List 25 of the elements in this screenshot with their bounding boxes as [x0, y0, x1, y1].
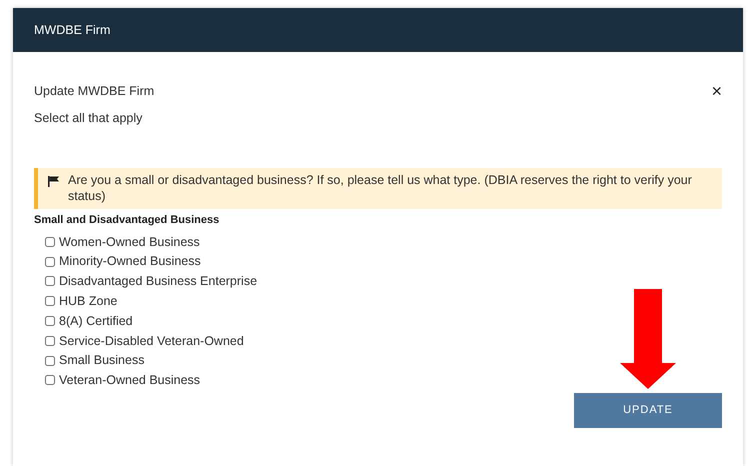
checkbox[interactable]: [45, 375, 55, 386]
option-label: Disadvantaged Business Enterprise: [59, 273, 258, 290]
option-label: Veteran-Owned Business: [59, 372, 200, 390]
checkbox[interactable]: [45, 336, 55, 346]
checkbox[interactable]: [45, 296, 55, 306]
option-label: Service-Disabled Veteran-Owned: [59, 332, 244, 350]
group-label: Small and Disadvantaged Business: [34, 212, 220, 228]
notice-text: Are you a small or disadvantaged business? If so, please tell us what type. (DBIA reserves the right to verify your status): [68, 172, 693, 204]
flag-icon: [48, 176, 60, 186]
option-label: 8(A) Certified: [59, 312, 133, 330]
checkbox[interactable]: [45, 236, 55, 247]
checkbox[interactable]: [45, 316, 55, 326]
checkbox[interactable]: [45, 356, 55, 366]
option-label: Minority-Owned Business: [59, 253, 201, 270]
dialog-subtitle: Select all that apply: [34, 110, 144, 127]
option-label: Small Business: [59, 352, 144, 370]
window-title: MWDBE Firm: [34, 22, 110, 39]
option-label: HUB Zone: [59, 292, 118, 310]
option-label: Women-Owned Business: [59, 234, 200, 251]
checkbox[interactable]: [45, 276, 55, 286]
close-button[interactable]: ×: [711, 82, 722, 100]
update-button[interactable]: UPDATE: [574, 392, 722, 428]
arrow-icon: [620, 288, 676, 388]
dialog-title: Update MWDBE Firm: [34, 83, 154, 100]
checkbox[interactable]: [45, 256, 55, 267]
